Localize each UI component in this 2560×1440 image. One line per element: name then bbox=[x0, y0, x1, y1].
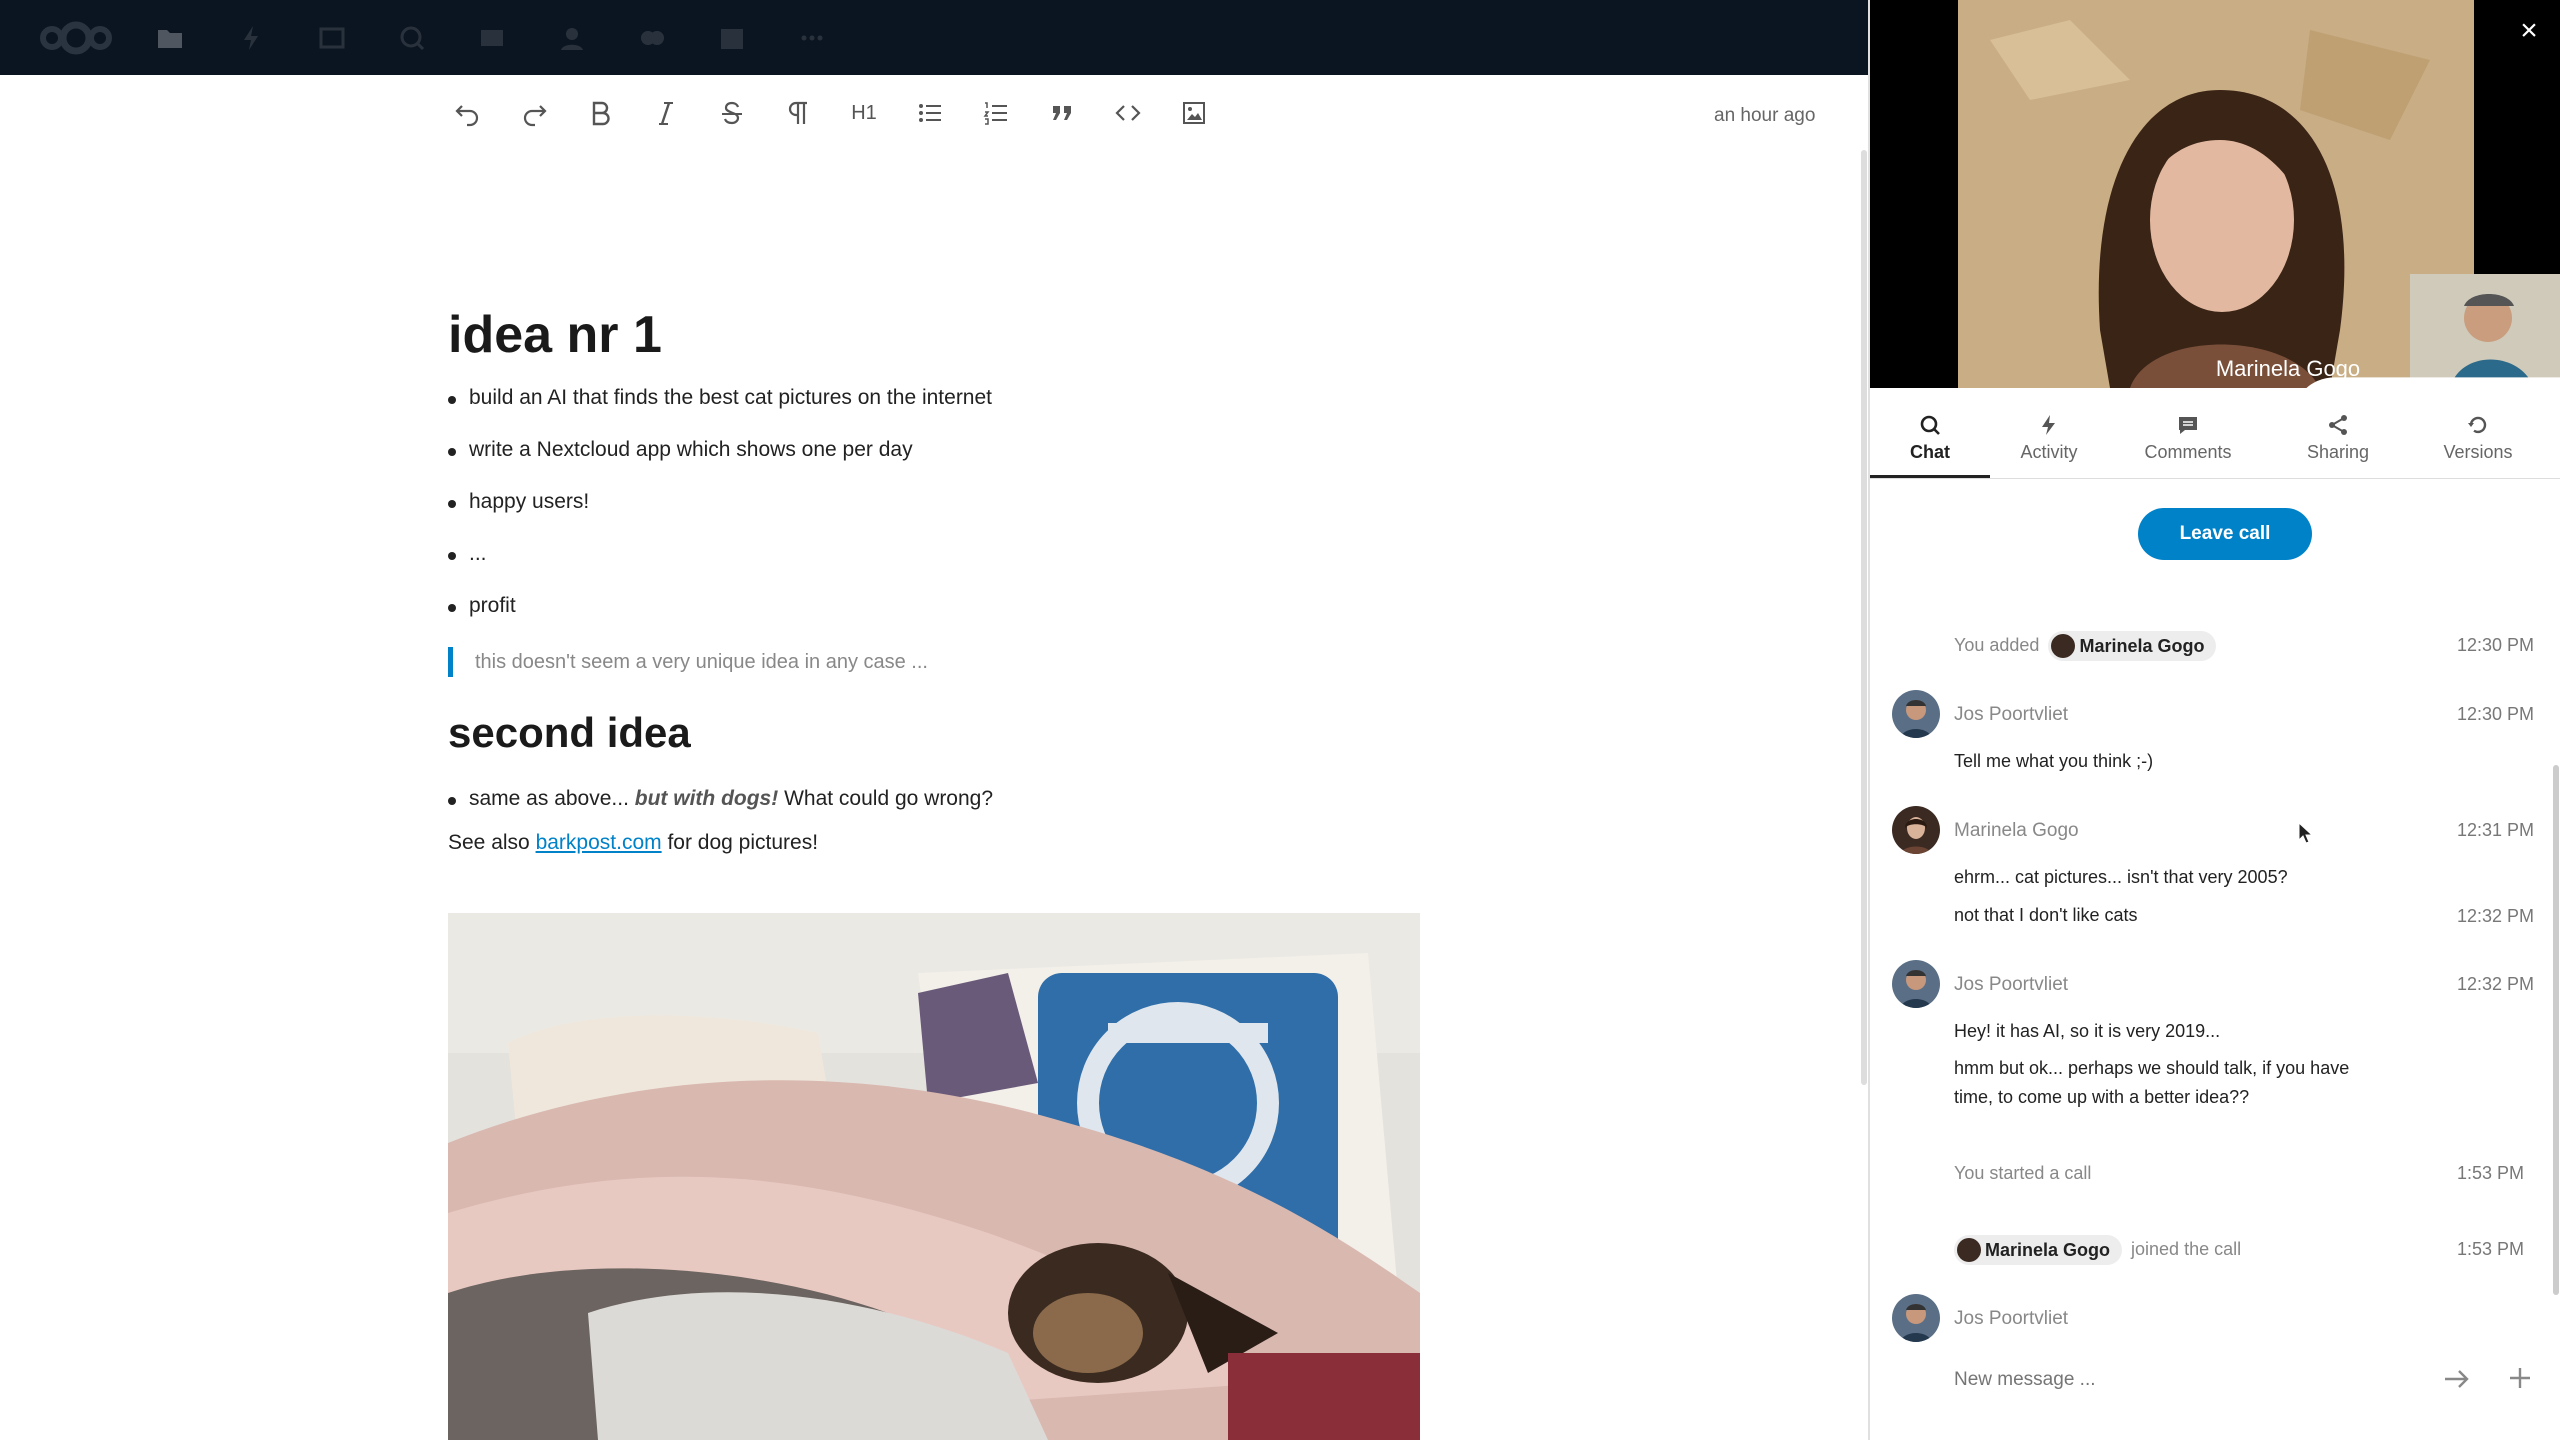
photos-app-icon[interactable] bbox=[318, 24, 346, 52]
numbered-list-icon[interactable] bbox=[976, 93, 1016, 133]
tab-activity[interactable]: Activity bbox=[1990, 398, 2108, 478]
flash-icon bbox=[2042, 415, 2055, 435]
message-author: Jos Poortvliet bbox=[1954, 704, 2069, 725]
system-message: Marinela Gogo joined the call bbox=[1954, 1234, 2241, 1266]
message-time: 12:30 PM bbox=[2456, 704, 2534, 724]
close-icon[interactable]: × bbox=[2514, 16, 2544, 46]
search-icon bbox=[1920, 415, 1940, 435]
strikethrough-icon[interactable] bbox=[712, 93, 752, 133]
code-icon[interactable] bbox=[1108, 93, 1148, 133]
top-header bbox=[0, 0, 1868, 75]
tab-sharing[interactable]: Sharing bbox=[2268, 398, 2408, 478]
list-item: build an AI that finds the best cat pict… bbox=[448, 386, 992, 410]
camera-toggle-icon[interactable] bbox=[2492, 342, 2560, 388]
plus-icon[interactable] bbox=[2506, 1364, 2534, 1392]
calendar-app-icon[interactable] bbox=[718, 24, 746, 52]
blockquote-icon[interactable] bbox=[1042, 93, 1082, 133]
history-icon bbox=[2468, 416, 2487, 434]
leave-call-button[interactable]: Leave call bbox=[2138, 508, 2312, 560]
dog-photo bbox=[448, 913, 1420, 1440]
heading-icon[interactable]: H1 bbox=[844, 93, 884, 133]
document-heading-2: second idea bbox=[448, 709, 691, 756]
nextcloud-logo[interactable] bbox=[38, 20, 114, 56]
files-app-icon[interactable] bbox=[156, 24, 184, 52]
message-text: ehrm... cat pictures... isn't that very … bbox=[1954, 867, 2288, 887]
contacts-app-icon[interactable] bbox=[558, 24, 586, 52]
avatar bbox=[2051, 634, 2076, 659]
tab-versions[interactable]: Versions bbox=[2408, 398, 2548, 478]
message-text: Tell me what you think ;-) bbox=[1954, 751, 2154, 771]
list-item-text: What could go wrong? bbox=[778, 787, 994, 810]
system-message: You started a call bbox=[1954, 1163, 2092, 1183]
document-heading-1: idea nr 1 bbox=[448, 306, 662, 364]
message-time: 1:53 PM bbox=[2456, 1239, 2524, 1259]
user-mention-chip[interactable]: Marinela Gogo bbox=[1954, 1235, 2123, 1266]
message-time: 1:53 PM bbox=[2456, 1163, 2524, 1183]
text-editor: H1 an hour ago idea nr 1 build an AI tha… bbox=[0, 75, 1868, 1440]
avatar[interactable] bbox=[1892, 960, 1940, 1008]
activity-app-icon[interactable] bbox=[238, 24, 266, 52]
paragraph: See also barkpost.com for dog pictures! bbox=[448, 831, 819, 854]
redo-icon[interactable] bbox=[514, 93, 554, 133]
message-time: 12:31 PM bbox=[2456, 820, 2534, 840]
message-author: Jos Poortvliet bbox=[1954, 974, 2069, 995]
tab-comments[interactable]: Comments bbox=[2108, 398, 2268, 478]
avatar[interactable] bbox=[1892, 806, 1940, 854]
message-text: Hey! it has AI, so it is very 2019... bbox=[1954, 1021, 2221, 1041]
italic-icon[interactable] bbox=[646, 93, 686, 133]
message-time: 12:30 PM bbox=[2456, 635, 2534, 655]
list-item: write a Nextcloud app which shows one pe… bbox=[448, 438, 913, 462]
user-mention-chip[interactable]: Marinela Gogo bbox=[2048, 631, 2217, 662]
message-text: not that I don't like cats bbox=[1954, 905, 2138, 925]
message-text: hmm but ok... perhaps we should talk, if… bbox=[1954, 1058, 2350, 1107]
paragraph-icon[interactable] bbox=[778, 93, 818, 133]
list-item: ... bbox=[448, 542, 487, 566]
avatar bbox=[1957, 1238, 1981, 1263]
video-call-panel: × Marinela Gogo bbox=[1870, 0, 2560, 388]
message-time: 12:32 PM bbox=[2456, 906, 2534, 926]
system-message: You added Marinela Gogo bbox=[1954, 630, 2220, 662]
participant-name: Marinela Gogo bbox=[2215, 356, 2361, 381]
send-icon[interactable] bbox=[2442, 1364, 2472, 1394]
message-composer bbox=[1870, 1346, 2560, 1416]
message-author: Marinela Gogo bbox=[1954, 820, 2079, 841]
tab-divider bbox=[1870, 478, 2560, 479]
barkpost-link[interactable]: barkpost.com bbox=[536, 831, 662, 854]
list-item: happy users! bbox=[448, 490, 589, 514]
list-item-text: same as above... bbox=[469, 787, 635, 810]
circles-app-icon[interactable] bbox=[638, 24, 666, 52]
insert-image-icon[interactable] bbox=[1174, 93, 1214, 133]
talk-app-icon[interactable] bbox=[398, 24, 426, 52]
editor-scrollbar[interactable] bbox=[1861, 150, 1867, 1085]
mouse-cursor-icon bbox=[2298, 822, 2314, 844]
chat-scrollbar[interactable] bbox=[2553, 765, 2559, 1295]
sidebar-tabs: Chat Activity Comments Sharing Versions bbox=[1870, 398, 2560, 480]
new-message-input[interactable] bbox=[1954, 1360, 2374, 1400]
share-icon bbox=[2329, 415, 2347, 435]
list-item: profit bbox=[448, 594, 516, 618]
message-author: Jos Poortvliet bbox=[1954, 1308, 2069, 1329]
undo-icon[interactable] bbox=[448, 93, 488, 133]
right-sidebar: × Marinela Gogo Chat Activity Comments S… bbox=[1868, 0, 2560, 1440]
blockquote: this doesn't seem a very unique idea in … bbox=[448, 647, 928, 677]
message-time: 12:32 PM bbox=[2456, 974, 2534, 994]
more-apps-icon[interactable] bbox=[798, 24, 826, 52]
list-item: same as above... but with dogs! What cou… bbox=[448, 787, 993, 811]
avatar[interactable] bbox=[1892, 1294, 1940, 1342]
comment-icon bbox=[2179, 417, 2197, 434]
tab-chat[interactable]: Chat bbox=[1870, 398, 1990, 478]
bullet-list-icon[interactable] bbox=[910, 93, 950, 133]
bold-icon[interactable] bbox=[580, 93, 620, 133]
mail-app-icon[interactable] bbox=[478, 24, 506, 52]
emphasis-text: but with dogs! bbox=[634, 787, 779, 810]
last-saved-label: an hour ago bbox=[1714, 105, 1816, 126]
avatar[interactable] bbox=[1892, 690, 1940, 738]
